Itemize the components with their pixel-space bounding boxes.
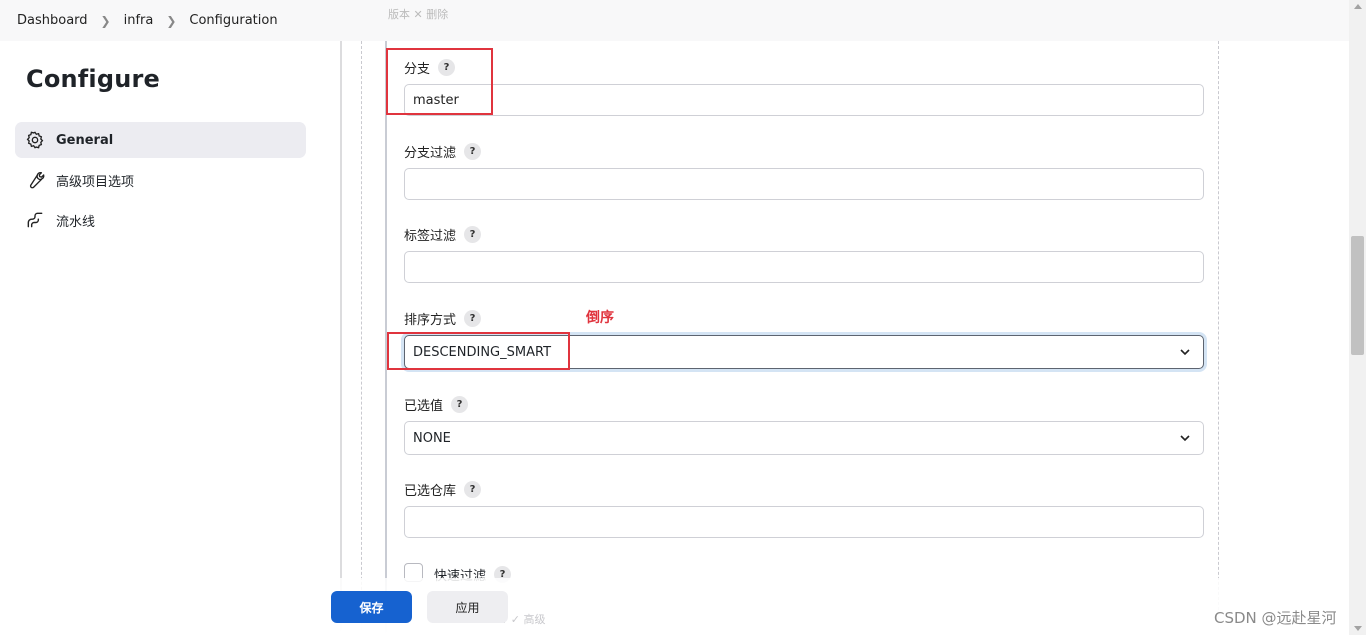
sidebar-item-label: 流水线 [56,214,96,230]
help-icon[interactable]: ? [464,226,482,243]
nested-section-border [385,41,387,635]
chevron-right-icon: ❯ [100,13,111,28]
branch-label-text: 分支 [404,62,431,77]
tag-filter-label-text: 标签过滤 [404,229,457,244]
selected-repo-input[interactable] [404,506,1204,538]
sort-mode-label-text: 排序方式 [404,313,457,328]
tag-filter-label: 标签过滤 ? [404,225,482,244]
section-border-left [361,41,362,635]
sidebar-item-label: General [56,132,114,148]
sort-mode-value: DESCENDING_SMART [413,344,552,360]
selected-repo-label: 已选仓库 ? [404,480,482,499]
branch-filter-label: 分支过滤 ? [404,142,482,161]
apply-button[interactable]: 应用 [427,591,508,623]
help-icon[interactable]: ? [464,143,482,160]
selected-value-label-text: 已选值 [404,399,444,414]
gear-icon [25,130,45,150]
sidebar: Configure General 高级项目选项 流水线 [0,41,340,635]
annotation-text-descending: 倒序 [586,310,614,326]
breadcrumb-infra[interactable]: infra [124,13,154,28]
page-title: Configure [26,65,161,93]
sidebar-item-pipeline[interactable]: 流水线 [15,202,306,238]
sidebar-item-advanced[interactable]: 高级项目选项 [15,162,306,198]
branch-filter-label-text: 分支过滤 [404,146,457,161]
branch-filter-input[interactable] [404,168,1204,200]
help-icon[interactable]: ? [464,310,482,327]
breadcrumb-dashboard[interactable]: Dashboard [17,13,88,28]
watermark: CSDN @远赴星河 [1214,609,1337,627]
chevron-down-icon [1179,346,1191,358]
help-icon[interactable]: ? [438,59,456,76]
pipeline-icon [25,210,45,230]
branch-input[interactable] [404,84,1204,116]
breadcrumb: Dashboard ❯ infra ❯ Configuration [0,0,1349,41]
sort-mode-label: 排序方式 ? [404,309,482,328]
selected-value-select[interactable]: NONE [404,421,1204,455]
scrollbar-thumb[interactable] [1351,236,1364,355]
branch-label: 分支 ? [404,58,456,77]
sidebar-item-general[interactable]: General [15,122,306,158]
help-icon[interactable]: ? [451,396,469,413]
wrench-icon [25,170,45,190]
section-border-right [1218,41,1219,635]
sidebar-divider [340,41,342,635]
selected-repo-label-text: 已选仓库 [404,484,457,499]
breadcrumb-configuration[interactable]: Configuration [189,13,277,28]
sort-mode-select[interactable]: DESCENDING_SMART [404,335,1204,369]
tag-filter-input[interactable] [404,251,1204,283]
selected-value-label: 已选值 ? [404,395,469,414]
chevron-right-icon: ❯ [166,13,177,28]
ghost-header-text: 版本 ✕ 删除 [388,8,449,21]
save-button[interactable]: 保存 [331,591,412,623]
sidebar-item-label: 高级项目选项 [56,174,135,190]
scroll-down-arrow-icon[interactable] [1354,626,1362,631]
chevron-down-icon [1179,432,1191,444]
selected-value-value: NONE [413,430,451,446]
scroll-up-arrow-icon[interactable] [1354,4,1362,9]
help-icon[interactable]: ? [464,481,482,498]
